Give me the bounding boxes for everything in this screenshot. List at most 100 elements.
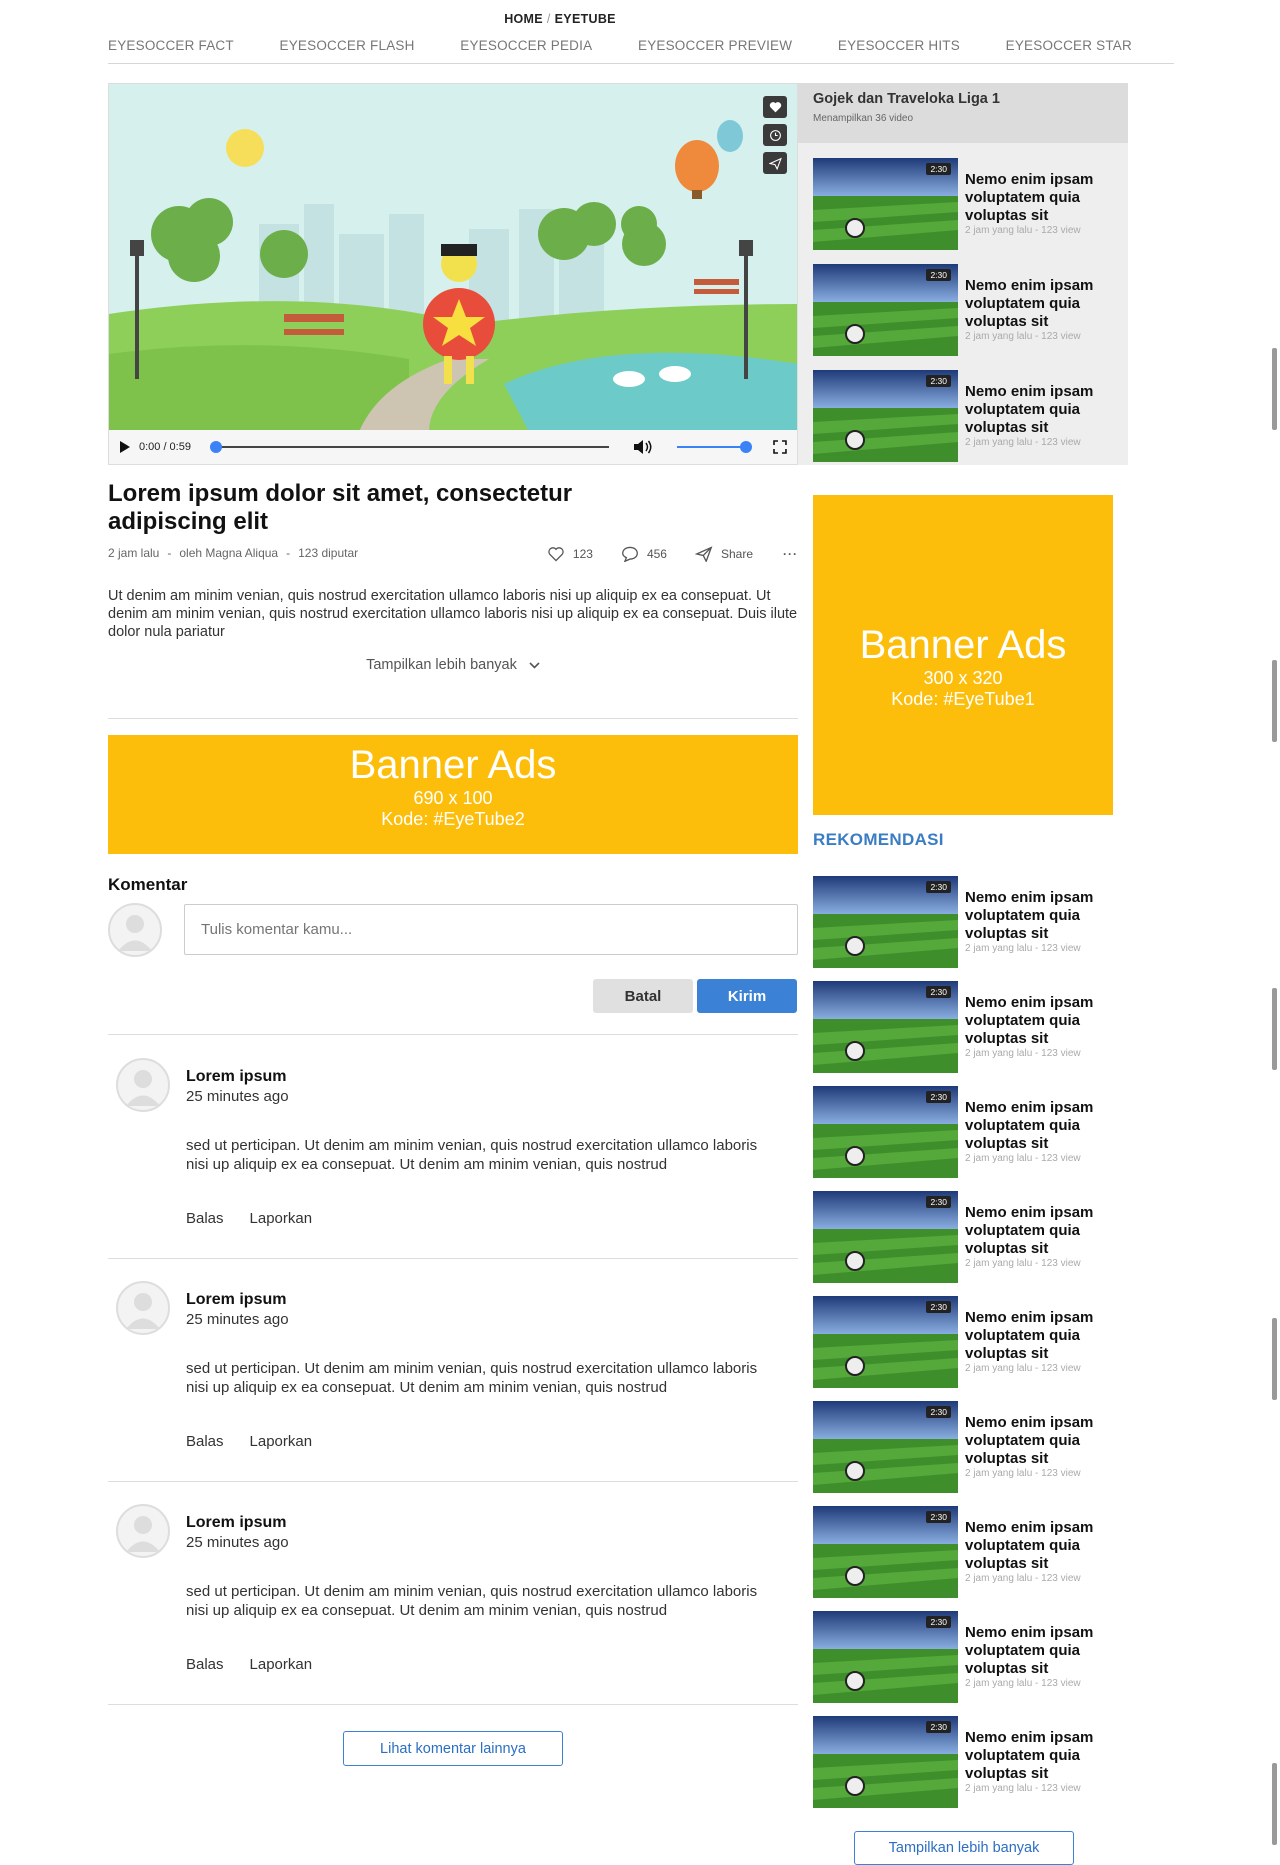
- video-list-item[interactable]: 2:30 Nemo enim ipsam voluptatem quia volu…: [813, 158, 1123, 250]
- scrollbar-thumb[interactable]: [1272, 1318, 1277, 1400]
- commenter-name: Lorem ipsum: [186, 1068, 287, 1085]
- video-list-item[interactable]: 2:30 Nemo enim ipsam voluptatem quia volu…: [813, 1086, 1123, 1178]
- scrollbar-thumb[interactable]: [1272, 660, 1277, 742]
- video-item-time: 2 jam yang lalu: [965, 1468, 1033, 1479]
- more-options-icon[interactable]: ···: [783, 547, 798, 561]
- volume-knob[interactable]: [740, 441, 753, 453]
- nav-item-pedia[interactable]: EYESOCCER PEDIA: [460, 38, 592, 63]
- video-item-title[interactable]: Nemo enim ipsam voluptatem quia voluptas…: [965, 1624, 1115, 1678]
- comment-actions: Balas Laporkan: [186, 1656, 338, 1673]
- breadcrumb-home[interactable]: HOME: [504, 12, 543, 26]
- video-item-title[interactable]: Nemo enim ipsam voluptatem quia voluptas…: [965, 383, 1115, 437]
- play-icon[interactable]: [119, 440, 131, 454]
- video-thumbnail[interactable]: 2:30: [813, 981, 958, 1073]
- report-link[interactable]: Laporkan: [250, 1433, 313, 1450]
- video-thumbnail[interactable]: 2:30: [813, 876, 958, 968]
- share-button[interactable]: Share: [694, 546, 753, 562]
- banner-ad-side[interactable]: Banner Ads 300 x 320 Kode: #EyeTube1: [813, 495, 1113, 815]
- scrollbar-thumb[interactable]: [1272, 1763, 1277, 1845]
- submit-comment-button[interactable]: Kirim: [697, 979, 797, 1013]
- fullscreen-icon[interactable]: [773, 440, 787, 454]
- video-progress-bar[interactable]: [209, 441, 610, 453]
- reply-link[interactable]: Balas: [186, 1433, 224, 1450]
- video-thumbnail[interactable]: 2:30: [813, 1191, 958, 1283]
- banner-title: Banner Ads: [349, 743, 557, 787]
- video-player[interactable]: 0:00 / 0:59: [108, 83, 798, 465]
- divider: [108, 1481, 798, 1482]
- video-item-meta: 2 jam yang lalu - 123 view: [965, 1468, 1081, 1479]
- video-frame-illustration: [109, 84, 797, 432]
- banner-ad-wide[interactable]: Banner Ads 690 x 100 Kode: #EyeTube2: [108, 735, 798, 854]
- video-title: Lorem ipsum dolor sit amet, consectetur …: [108, 480, 573, 535]
- video-item-title[interactable]: Nemo enim ipsam voluptatem quia voluptas…: [965, 1414, 1115, 1468]
- video-item-title[interactable]: Nemo enim ipsam voluptatem quia voluptas…: [965, 171, 1115, 225]
- reply-link[interactable]: Balas: [186, 1210, 224, 1227]
- video-item-title[interactable]: Nemo enim ipsam voluptatem quia voluptas…: [965, 1309, 1115, 1363]
- video-list-item[interactable]: 2:30 Nemo enim ipsam voluptatem quia volu…: [813, 1191, 1123, 1283]
- nav-item-hits[interactable]: EYESOCCER HITS: [838, 38, 960, 63]
- video-thumbnail[interactable]: 2:30: [813, 1401, 958, 1493]
- video-item-title[interactable]: Nemo enim ipsam voluptatem quia voluptas…: [965, 1519, 1115, 1573]
- cancel-button[interactable]: Batal: [593, 979, 693, 1013]
- playlist-panel: Gojek dan Traveloka Liga 1 Menampilkan 3…: [798, 83, 1128, 465]
- video-thumbnail[interactable]: 2:30: [813, 158, 958, 250]
- comment-item: Lorem ipsum 25 minutes ago sed ut perticip…: [108, 1504, 798, 1704]
- nav-item-fact[interactable]: EYESOCCER FACT: [108, 38, 234, 63]
- video-item-title[interactable]: Nemo enim ipsam voluptatem quia voluptas…: [965, 1099, 1115, 1153]
- video-list-item[interactable]: 2:30 Nemo enim ipsam voluptatem quia volu…: [813, 1611, 1123, 1703]
- video-list-item[interactable]: 2:30 Nemo enim ipsam voluptatem quia volu…: [813, 264, 1123, 356]
- more-comments-button[interactable]: Lihat komentar lainnya: [343, 1731, 563, 1766]
- comment-text: sed ut perticipan. Ut denim am minim ven…: [186, 1583, 758, 1619]
- nav-item-star[interactable]: EYESOCCER STAR: [1006, 38, 1132, 63]
- user-avatar: [108, 903, 162, 957]
- video-item-title[interactable]: Nemo enim ipsam voluptatem quia voluptas…: [965, 1729, 1115, 1783]
- video-item-meta: 2 jam yang lalu - 123 view: [965, 1153, 1081, 1164]
- breadcrumb-separator: /: [546, 12, 551, 26]
- volume-slider[interactable]: [677, 441, 753, 453]
- video-thumbnail[interactable]: 2:30: [813, 1716, 958, 1808]
- breadcrumb-current[interactable]: EYETUBE: [555, 12, 616, 26]
- scrollbar-thumb[interactable]: [1272, 988, 1277, 1070]
- video-thumbnail[interactable]: 2:30: [813, 264, 958, 356]
- video-item-views: 123 view: [1041, 1783, 1081, 1794]
- video-list-item[interactable]: 2:30 Nemo enim ipsam voluptatem quia volu…: [813, 1296, 1123, 1388]
- clock-icon[interactable]: [763, 124, 787, 146]
- video-list-item[interactable]: 2:30 Nemo enim ipsam voluptatem quia volu…: [813, 370, 1123, 462]
- send-icon[interactable]: [763, 152, 787, 174]
- video-item-title[interactable]: Nemo enim ipsam voluptatem quia voluptas…: [965, 889, 1115, 943]
- video-item-views: 123 view: [1041, 1153, 1081, 1164]
- nav-item-flash[interactable]: EYESOCCER FLASH: [280, 38, 415, 63]
- video-thumbnail[interactable]: 2:30: [813, 1086, 958, 1178]
- heart-icon[interactable]: [763, 96, 787, 118]
- video-list-item[interactable]: 2:30 Nemo enim ipsam voluptatem quia volu…: [813, 1506, 1123, 1598]
- nav-item-preview[interactable]: EYESOCCER PREVIEW: [638, 38, 792, 63]
- like-button[interactable]: 123: [547, 546, 593, 562]
- duration-badge: 2:30: [926, 986, 951, 998]
- report-link[interactable]: Laporkan: [250, 1656, 313, 1673]
- video-item-title[interactable]: Nemo enim ipsam voluptatem quia voluptas…: [965, 994, 1115, 1048]
- video-list-item[interactable]: 2:30 Nemo enim ipsam voluptatem quia volu…: [813, 876, 1123, 968]
- duration-badge: 2:30: [926, 1196, 951, 1208]
- video-thumbnail[interactable]: 2:30: [813, 370, 958, 462]
- video-thumbnail[interactable]: 2:30: [813, 1611, 958, 1703]
- video-stats: 123 456 Share ···: [519, 546, 798, 562]
- video-thumbnail[interactable]: 2:30: [813, 1296, 958, 1388]
- scrollbar-thumb[interactable]: [1272, 348, 1277, 430]
- video-list-item[interactable]: 2:30 Nemo enim ipsam voluptatem quia volu…: [813, 1716, 1123, 1808]
- video-item-time: 2 jam yang lalu: [965, 1363, 1033, 1374]
- comment-count-button[interactable]: 456: [621, 546, 667, 562]
- comment-input[interactable]: [184, 904, 798, 955]
- video-item-meta: 2 jam yang lalu - 123 view: [965, 1678, 1081, 1689]
- video-item-title[interactable]: Nemo enim ipsam voluptatem quia voluptas…: [965, 1204, 1115, 1258]
- video-thumbnail[interactable]: 2:30: [813, 1506, 958, 1598]
- report-link[interactable]: Laporkan: [250, 1210, 313, 1227]
- video-list-item[interactable]: 2:30 Nemo enim ipsam voluptatem quia volu…: [813, 1401, 1123, 1493]
- volume-icon[interactable]: [633, 439, 653, 455]
- video-list-item[interactable]: 2:30 Nemo enim ipsam voluptatem quia volu…: [813, 981, 1123, 1073]
- video-item-title[interactable]: Nemo enim ipsam voluptatem quia voluptas…: [965, 277, 1115, 331]
- reply-link[interactable]: Balas: [186, 1656, 224, 1673]
- show-more-description[interactable]: Tampilkan lebih banyak: [108, 657, 798, 673]
- video-author[interactable]: oleh Magna Aliqua: [179, 546, 278, 560]
- progress-knob[interactable]: [209, 441, 222, 453]
- more-videos-button[interactable]: Tampilkan lebih banyak: [854, 1831, 1074, 1865]
